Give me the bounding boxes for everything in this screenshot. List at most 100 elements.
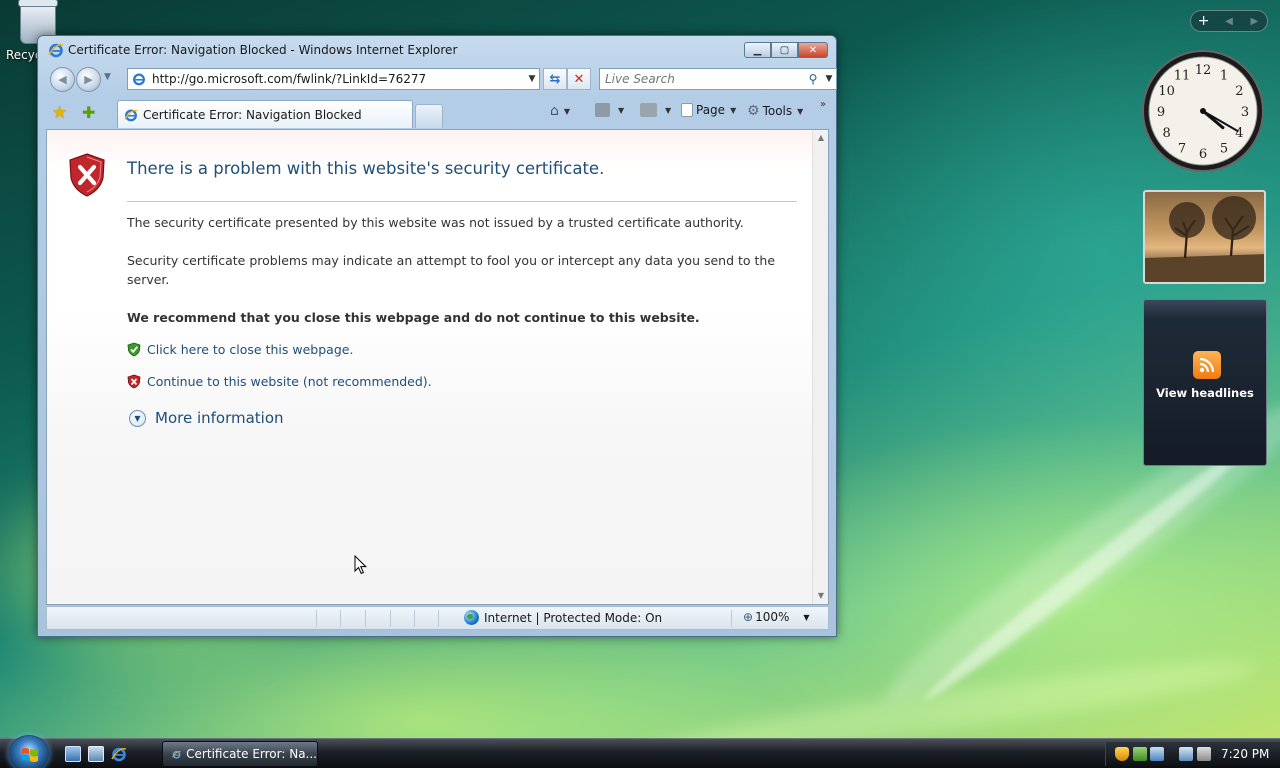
continue-to-website-link-text[interactable]: Continue to this website (not recommende…: [147, 374, 432, 389]
home-button[interactable]: ⌂ ▼: [550, 103, 570, 119]
tray-utility-icon[interactable]: [1150, 747, 1164, 761]
address-bar[interactable]: http://go.microsoft.com/fwlink/?LinkId=7…: [127, 68, 540, 90]
security-zone-indicator[interactable]: Internet | Protected Mode: On: [464, 610, 662, 625]
clock-numeral: 10: [1158, 84, 1175, 99]
network-icon[interactable]: [1179, 747, 1193, 761]
feed-headlines-gadget[interactable]: View headlines: [1143, 299, 1267, 466]
clock-gadget[interactable]: 1234567891011 12: [1141, 49, 1265, 173]
switch-windows-icon[interactable]: [88, 746, 104, 762]
previous-page-icon[interactable]: ◀: [1216, 16, 1241, 27]
status-separator: [390, 610, 391, 627]
clock-numeral: 8: [1162, 126, 1170, 141]
address-url[interactable]: http://go.microsoft.com/fwlink/?LinkId=7…: [152, 72, 525, 86]
scroll-down-arrow-icon[interactable]: ▼: [813, 588, 828, 604]
zoom-magnifier-icon: ⊕: [743, 610, 754, 624]
tools-menu-label: Tools: [762, 104, 793, 118]
maximize-button[interactable]: ▢: [771, 42, 798, 58]
address-dropdown-icon[interactable]: ▼: [525, 74, 539, 84]
view-headlines-label[interactable]: View headlines: [1144, 386, 1266, 400]
clock-numeral: 2: [1235, 84, 1243, 99]
error-shield-icon: [69, 153, 105, 197]
gear-icon: ⚙: [747, 103, 760, 119]
taskbar-button-ie[interactable]: Certificate Error: Na...: [162, 741, 318, 767]
show-desktop-icon[interactable]: [65, 746, 81, 762]
home-icon: ⌂: [550, 103, 559, 119]
start-button[interactable]: [8, 735, 50, 768]
page-icon: [681, 103, 693, 117]
clock-numeral: 1: [1220, 69, 1228, 84]
windows-logo-icon: [22, 748, 38, 762]
title-bar[interactable]: Certificate Error: Navigation Blocked - …: [38, 36, 836, 64]
tab-bar: ★ ✚ Certificate Error: Navigation Blocke…: [46, 98, 828, 128]
heading-divider: [127, 201, 797, 202]
more-information-toggle[interactable]: ▼ More information: [129, 409, 284, 427]
search-icon[interactable]: ⚲: [804, 72, 822, 86]
scroll-up-arrow-icon[interactable]: ▲: [813, 130, 828, 146]
more-information-label: More information: [155, 409, 284, 427]
ie-logo-icon: [172, 750, 181, 759]
toolbar-overflow-chevron-icon[interactable]: »: [820, 99, 826, 110]
status-separator: [438, 610, 439, 627]
zoom-level: 100%: [755, 610, 790, 624]
internet-explorer-quick-launch-icon[interactable]: [111, 746, 127, 762]
zoom-dropdown-icon[interactable]: ▼: [803, 613, 809, 622]
taskbar: Certificate Error: Na... 7:20 PM: [0, 735, 1280, 768]
tray-status-icon[interactable]: [1133, 747, 1147, 761]
new-tab-button[interactable]: [415, 104, 443, 128]
tab-certificate-error[interactable]: Certificate Error: Navigation Blocked: [117, 100, 413, 128]
back-button[interactable]: ◀: [50, 67, 75, 92]
search-box[interactable]: ⚲ ▼: [599, 68, 837, 90]
page-ie-icon: [133, 73, 145, 86]
issuer-explanation: The security certificate presented by th…: [127, 215, 744, 230]
ie-window: Certificate Error: Navigation Blocked - …: [37, 35, 837, 637]
notification-area: 7:20 PM: [1105, 742, 1280, 766]
add-to-favorites-icon[interactable]: ✚: [82, 103, 95, 122]
expand-chevron-icon: ▼: [129, 409, 146, 427]
status-separator: [340, 610, 341, 627]
printer-icon: [640, 103, 657, 117]
refresh-button[interactable]: ⇆: [543, 68, 567, 90]
window-title: Certificate Error: Navigation Blocked - …: [68, 43, 458, 57]
print-button[interactable]: ▼: [640, 103, 671, 117]
red-shield-x-icon: [127, 374, 141, 389]
forward-button[interactable]: ▶: [76, 67, 101, 92]
favorites-center-icon[interactable]: ★: [52, 103, 67, 123]
stop-button[interactable]: ✕: [567, 68, 591, 90]
error-heading: There is a problem with this website's s…: [127, 159, 605, 178]
tab-label: Certificate Error: Navigation Blocked: [143, 107, 362, 122]
clock-time[interactable]: 7:20 PM: [1221, 747, 1269, 761]
clock-numeral: 11: [1174, 69, 1191, 84]
continue-to-website-link[interactable]: Continue to this website (not recommende…: [127, 374, 432, 389]
close-button[interactable]: ✕: [798, 42, 828, 58]
feeds-button[interactable]: ▼: [595, 103, 624, 117]
rss-feed-icon: [1193, 351, 1221, 379]
zoom-control[interactable]: ⊕ 100% ▼: [743, 610, 810, 624]
slideshow-gadget[interactable]: [1143, 190, 1266, 284]
sidebar-controls: + ◀ ▶: [1190, 10, 1268, 32]
clock-numeral: 12: [1195, 63, 1212, 78]
next-page-icon[interactable]: ▶: [1242, 16, 1267, 27]
recent-pages-dropdown-icon[interactable]: ▼: [104, 72, 111, 82]
clock-numeral: 9: [1157, 105, 1165, 120]
tree-photo: [1145, 196, 1264, 282]
search-input[interactable]: [605, 72, 804, 86]
security-zone-label: Internet | Protected Mode: On: [484, 610, 663, 625]
clock-numeral: 4: [1235, 126, 1243, 141]
vertical-scrollbar[interactable]: ▲ ▼: [812, 130, 828, 604]
clock-numeral: 3: [1241, 105, 1249, 120]
page-menu[interactable]: Page ▼: [681, 103, 736, 117]
recommendation-text: We recommend that you close this webpage…: [127, 310, 700, 325]
close-webpage-link[interactable]: Click here to close this webpage.: [127, 342, 353, 357]
ie-logo-icon: [124, 108, 138, 121]
navigation-bar: ◀ ▶ ▼ http://go.microsoft.com/fwlink/?Li…: [46, 66, 837, 92]
internet-globe-icon: [464, 610, 479, 625]
close-webpage-link-text[interactable]: Click here to close this webpage.: [147, 342, 353, 357]
security-center-shield-icon[interactable]: [1115, 747, 1129, 761]
volume-muted-icon[interactable]: [1197, 747, 1211, 761]
clock-numeral: 7: [1178, 141, 1186, 156]
tools-menu[interactable]: ⚙ Tools ▼: [747, 103, 803, 119]
risk-explanation: Security certificate problems may indica…: [127, 253, 776, 287]
minimize-button[interactable]: ▁: [744, 42, 771, 58]
add-gadget-button[interactable]: +: [1191, 13, 1216, 29]
search-options-dropdown-icon[interactable]: ▼: [822, 74, 836, 84]
